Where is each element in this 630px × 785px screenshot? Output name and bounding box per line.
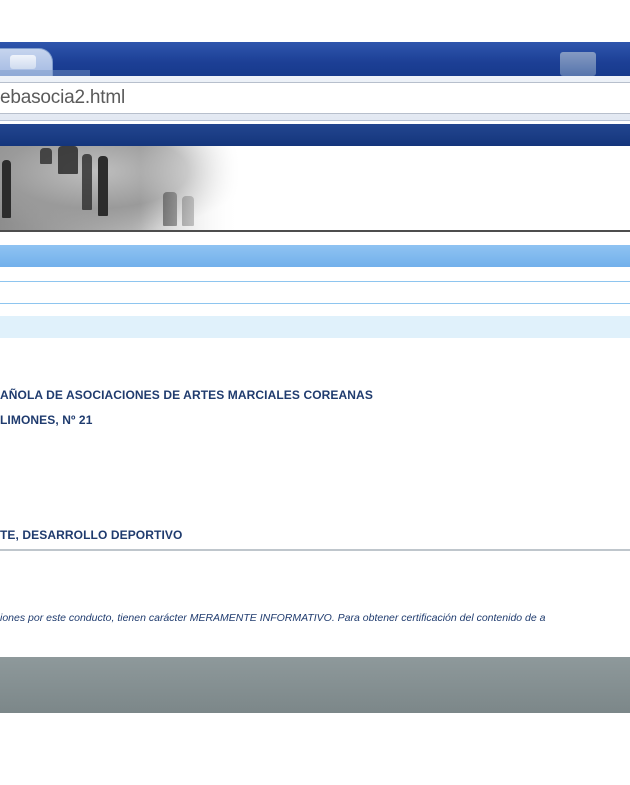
window-control-button[interactable]	[560, 52, 596, 76]
site-footer	[0, 657, 630, 713]
divider-line	[0, 281, 630, 282]
browser-title-bar	[0, 42, 630, 76]
address-bar[interactable]: ebasocia2.html	[0, 82, 630, 114]
tab-favicon-icon	[10, 55, 36, 69]
site-banner	[0, 146, 630, 232]
photo-figure	[82, 154, 92, 210]
content-separator	[0, 549, 630, 551]
association-purpose: TE, DESARROLLO DEPORTIVO	[0, 528, 183, 542]
photo-figure	[40, 148, 52, 164]
photo-fade	[140, 146, 240, 230]
menu-bar	[0, 245, 630, 267]
association-name: AÑOLA DE ASOCIACIONES DE ARTES MARCIALES…	[0, 388, 373, 402]
address-text[interactable]: ebasocia2.html	[0, 87, 125, 109]
section-bar	[0, 316, 630, 338]
disclaimer-text: iones por este conducto, tienen carácter…	[0, 612, 546, 624]
association-address: LIMONES, Nº 21	[0, 413, 93, 427]
site-nav-strip	[0, 124, 630, 146]
divider-line	[0, 303, 630, 304]
photo-figure	[2, 160, 11, 218]
photo-figure	[98, 156, 108, 216]
browser-toolbar: ebasocia2.html	[0, 76, 630, 121]
photo-figure	[58, 146, 78, 174]
